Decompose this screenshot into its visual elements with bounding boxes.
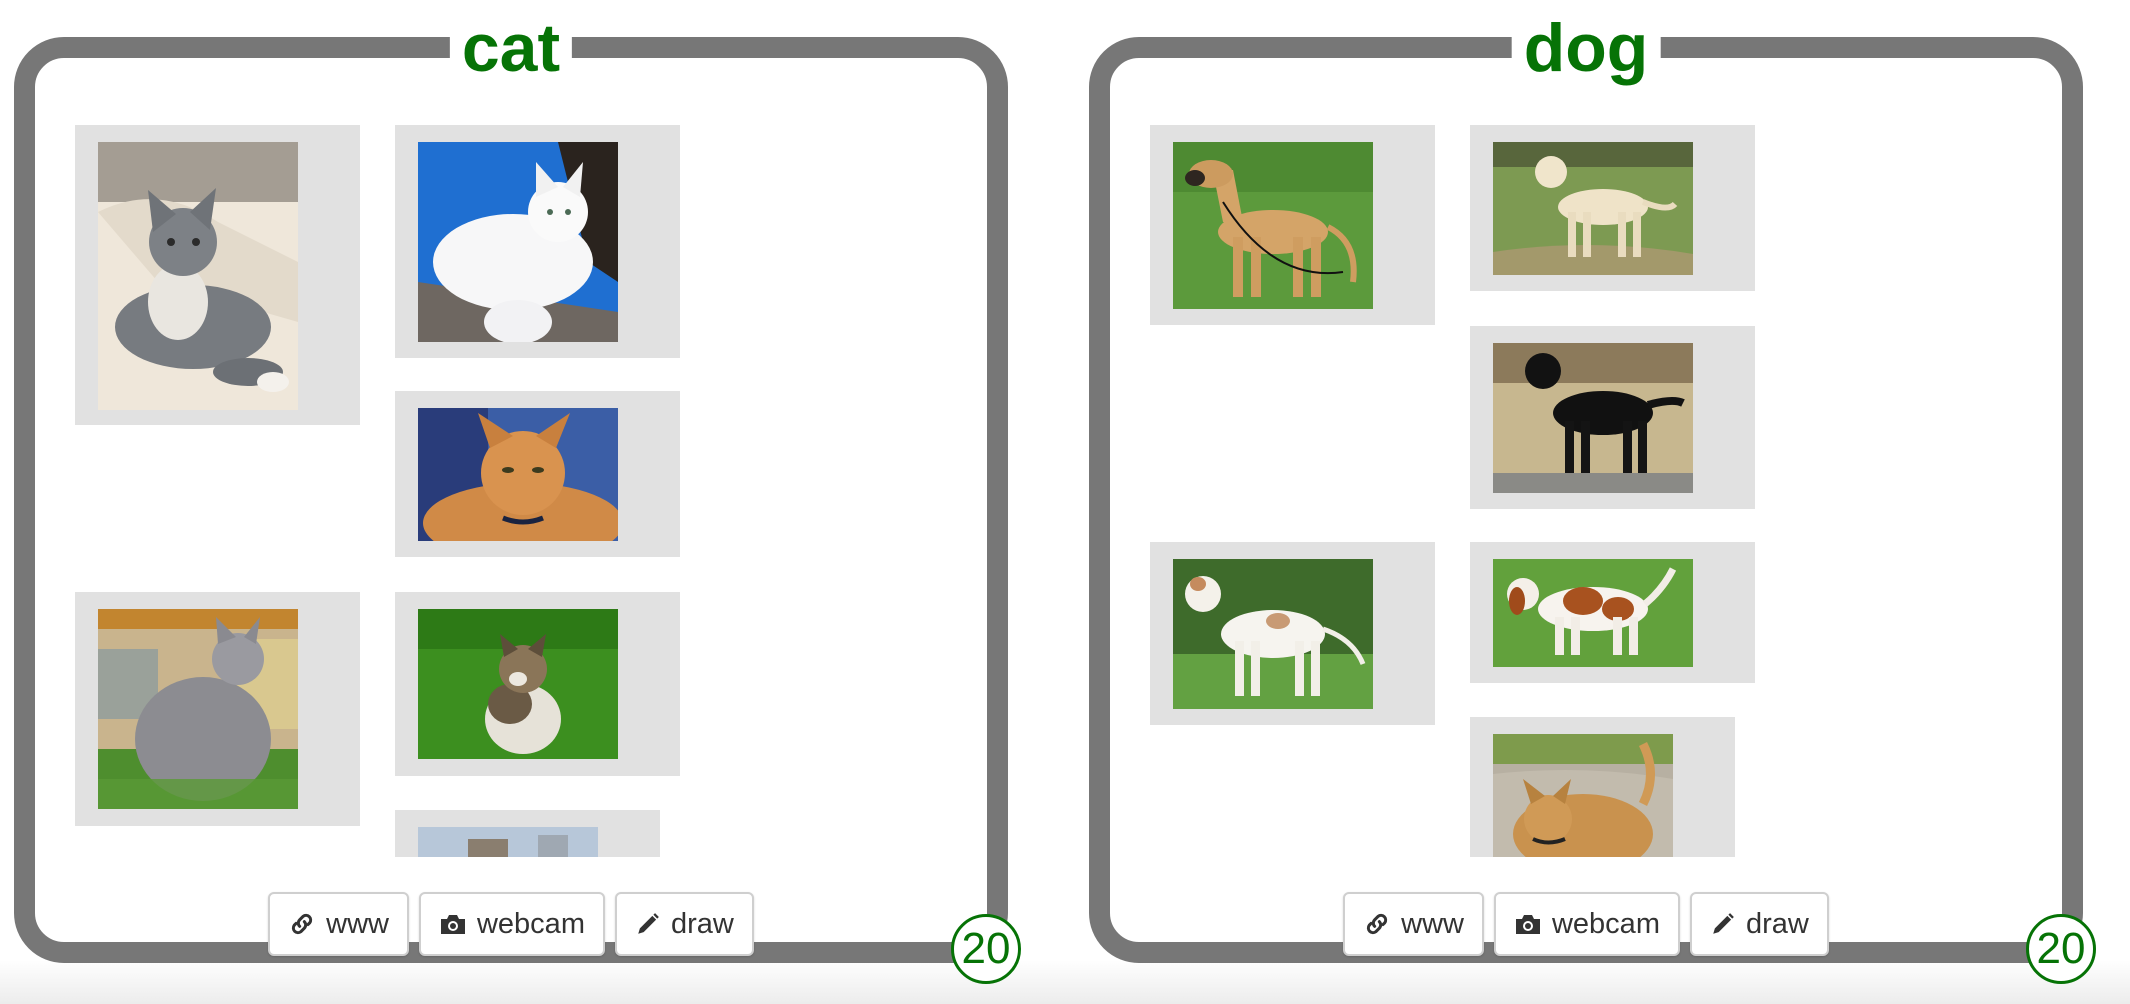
sample-image — [1493, 559, 1693, 667]
sample-image — [1173, 142, 1373, 309]
sample-tile[interactable] — [1470, 717, 1735, 857]
sample-image — [418, 609, 618, 759]
webcam-button[interactable]: webcam — [1493, 892, 1680, 956]
sample-image — [1173, 559, 1373, 709]
sample-tile[interactable] — [395, 810, 660, 857]
sample-image — [98, 609, 298, 809]
sample-image — [418, 142, 618, 342]
webcam-label: webcam — [476, 907, 585, 940]
page-bottom-shade — [0, 960, 2130, 1004]
sample-tile[interactable] — [75, 592, 360, 826]
www-button[interactable]: www — [1343, 892, 1484, 956]
link-icon — [288, 910, 316, 938]
draw-label: draw — [1745, 907, 1809, 940]
sample-image — [418, 827, 598, 857]
www-label: www — [326, 907, 389, 940]
sample-image — [1493, 142, 1693, 275]
sample-image — [1493, 343, 1693, 493]
sample-image — [98, 142, 298, 410]
webcam-button[interactable]: webcam — [418, 892, 605, 956]
draw-button[interactable]: draw — [614, 892, 754, 956]
sample-tile[interactable] — [1150, 542, 1435, 725]
class-panel-dog: dog www webcam draw 20 — [1089, 14, 2096, 984]
webcam-label: webcam — [1551, 907, 1660, 940]
sample-count-badge: 20 — [2026, 914, 2096, 984]
sample-image — [418, 408, 618, 541]
sample-tile[interactable] — [1470, 542, 1755, 683]
camera-icon — [1514, 912, 1542, 936]
www-label: www — [1401, 907, 1464, 940]
sample-tile[interactable] — [75, 125, 360, 425]
camera-icon — [439, 912, 467, 936]
class-panel-cat: cat www webcam draw 20 — [14, 14, 1021, 984]
pencil-icon — [1710, 911, 1736, 937]
class-title[interactable]: dog — [1511, 14, 1661, 82]
sample-tile[interactable] — [1150, 125, 1435, 325]
add-samples-toolbar: www webcam draw — [35, 892, 987, 956]
sample-image — [1493, 734, 1673, 857]
sample-tile[interactable] — [395, 592, 680, 776]
draw-button[interactable]: draw — [1689, 892, 1829, 956]
sample-tile[interactable] — [1470, 326, 1755, 509]
pencil-icon — [635, 911, 661, 937]
sample-count-badge: 20 — [951, 914, 1021, 984]
draw-label: draw — [670, 907, 734, 940]
sample-tile[interactable] — [395, 391, 680, 557]
class-title[interactable]: cat — [449, 14, 573, 82]
add-samples-toolbar: www webcam draw — [1110, 892, 2062, 956]
sample-tile[interactable] — [1470, 125, 1755, 291]
www-button[interactable]: www — [268, 892, 409, 956]
sample-tile[interactable] — [395, 125, 680, 358]
link-icon — [1363, 910, 1391, 938]
